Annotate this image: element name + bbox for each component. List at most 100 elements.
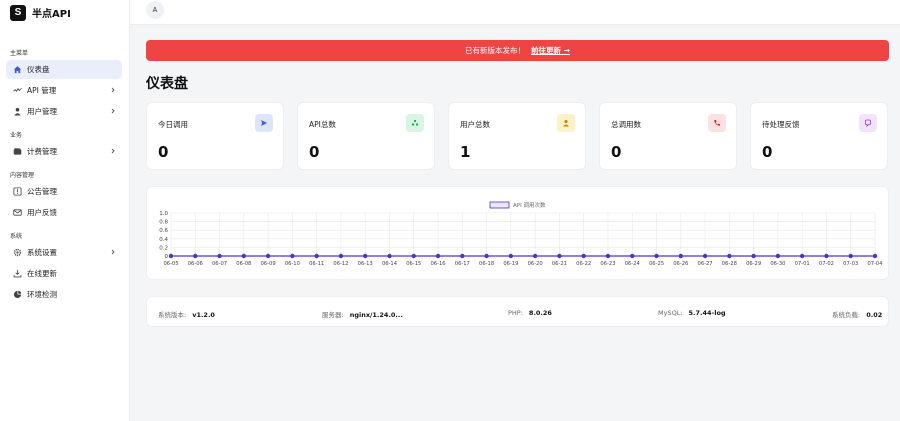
stat-value: 0	[309, 143, 320, 161]
stat-label: 总调用数	[611, 120, 641, 129]
stat-card-pending-feedback: 待处理反馈 0	[750, 102, 888, 170]
user-icon	[12, 107, 22, 117]
data-point	[799, 253, 805, 259]
page-title: 仪表盘	[146, 76, 188, 92]
banner-text: 已有新版本发布！	[465, 46, 526, 55]
x-tick-label: 06-17	[455, 261, 470, 267]
data-point	[290, 253, 295, 259]
x-tick-label: 06-08	[236, 261, 251, 267]
chevron-right-icon	[111, 148, 115, 154]
section-label-business: 业务	[10, 132, 23, 139]
x-tick-label: 06-18	[479, 261, 494, 267]
y-tick-label: 0	[165, 254, 169, 260]
x-tick-label: 06-10	[285, 261, 300, 267]
data-point	[193, 253, 198, 259]
brand[interactable]: S 半点API	[10, 4, 71, 21]
x-tick-label: 06-21	[552, 261, 567, 267]
data-point	[775, 253, 781, 259]
data-point	[605, 253, 611, 259]
send-icon	[255, 114, 273, 132]
data-point	[824, 253, 829, 259]
chevron-right-icon	[111, 108, 115, 114]
x-tick-label: 06-28	[722, 261, 737, 267]
y-tick-label: 0.6	[159, 228, 168, 234]
x-tick-label: 06-29	[746, 261, 761, 267]
data-point	[435, 253, 441, 259]
sidebar-item-api[interactable]: API 管理	[6, 81, 122, 100]
x-tick-label: 06-23	[600, 261, 615, 267]
data-point	[557, 253, 562, 259]
data-point	[484, 253, 489, 259]
data-point	[678, 253, 683, 259]
stat-value: 1	[460, 143, 471, 161]
data-point	[168, 253, 174, 259]
sidebar-item-label: 环境检测	[27, 290, 57, 299]
data-point	[241, 253, 247, 259]
data-point	[727, 253, 732, 259]
x-tick-label: 06-09	[261, 261, 276, 267]
x-tick-label: 06-25	[649, 261, 664, 267]
chat-icon	[859, 114, 877, 132]
x-tick-label: 06-24	[625, 261, 641, 267]
info-mysql: MySQL: 5.7.44-log	[658, 309, 726, 317]
stat-value: 0	[158, 143, 169, 161]
sidebar-item-settings[interactable]: 系统设置	[6, 243, 122, 262]
brand-name: 半点API	[32, 9, 71, 20]
x-tick-label: 06-12	[333, 261, 348, 267]
sidebar-item-label: 计费管理	[27, 147, 57, 156]
y-tick-label: 0.8	[159, 220, 168, 226]
sidebar: S 半点API 主菜单 仪表盘 API 管理 用户管理 业务 计费管理 内容管理	[0, 0, 130, 421]
x-tick-label: 06-05	[163, 261, 178, 267]
stat-label: API总数	[309, 120, 336, 129]
mail-icon	[12, 208, 22, 218]
stat-card-user-total: 用户总数 1	[448, 102, 586, 170]
sidebar-item-update[interactable]: 在线更新	[6, 264, 122, 283]
recycle-icon	[406, 114, 424, 132]
api-icon	[12, 86, 22, 96]
x-tick-label: 06-16	[430, 261, 445, 267]
data-point	[654, 253, 659, 259]
data-point	[460, 253, 465, 259]
y-tick-label: 0.4	[159, 237, 168, 243]
sidebar-item-feedback[interactable]: 用户反馈	[6, 203, 122, 222]
x-tick-label: 07-02	[819, 261, 834, 267]
x-tick-label: 06-19	[503, 261, 518, 267]
data-point	[848, 253, 853, 259]
sidebar-item-label: API 管理	[27, 86, 57, 95]
chevron-right-icon	[111, 249, 115, 255]
data-point	[872, 253, 878, 259]
person-icon	[557, 114, 575, 132]
info-value: 8.0.26	[528, 309, 552, 317]
data-point	[702, 253, 708, 259]
info-value: 5.7.44-log	[688, 309, 726, 317]
sidebar-item-dashboard[interactable]: 仪表盘	[6, 60, 122, 79]
section-label-main: 主菜单	[10, 50, 29, 57]
stat-label: 今日调用	[158, 120, 188, 129]
sidebar-item-notice[interactable]: 公告管理	[6, 182, 122, 201]
data-point	[217, 253, 222, 259]
home-icon	[12, 65, 22, 75]
sidebar-item-environment[interactable]: 环境检测	[6, 285, 122, 304]
x-tick-label: 06-07	[212, 261, 227, 267]
x-tick-label: 07-03	[843, 261, 858, 267]
avatar[interactable]: A	[146, 1, 164, 19]
y-tick-label: 0.2	[159, 245, 168, 251]
info-key: 服务器:	[322, 311, 344, 319]
data-point	[411, 253, 416, 259]
stat-card-api-total: API总数 0	[297, 102, 435, 170]
stat-label: 用户总数	[460, 120, 490, 129]
sidebar-item-label: 公告管理	[27, 187, 57, 196]
info-version: 系统版本: v1.2.0	[158, 309, 215, 319]
sidebar-item-billing[interactable]: 计费管理	[6, 142, 122, 161]
stat-card-total-calls: 总调用数 0	[599, 102, 737, 170]
download-icon	[12, 269, 22, 279]
sidebar-item-users[interactable]: 用户管理	[6, 102, 122, 121]
chart-svg: API 调用次数 1.0 0.8 0.6 0.4 0.2 006-05 06-06 06-07 0…	[159, 201, 883, 267]
x-tick-label: 06-30	[770, 261, 785, 267]
data-point	[581, 253, 586, 259]
data-point	[508, 253, 514, 259]
legend-swatch	[489, 201, 510, 209]
stat-value: 0	[611, 143, 622, 161]
data-point	[387, 253, 392, 259]
banner-update-link[interactable]: 前往更新 →	[531, 45, 570, 56]
